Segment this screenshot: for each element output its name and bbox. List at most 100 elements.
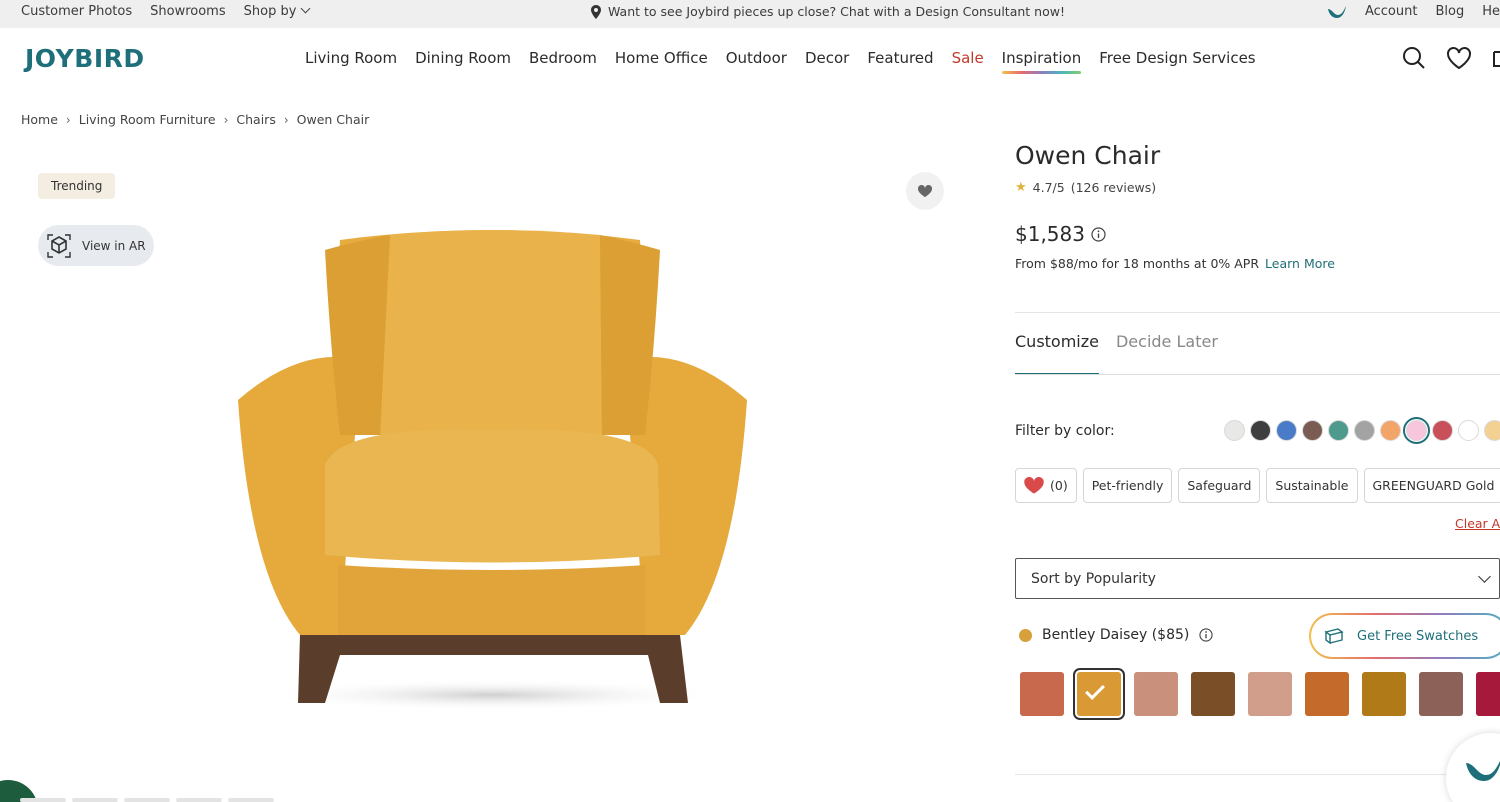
search-icon[interactable]: [1402, 46, 1426, 70]
gallery-thumbnails: [20, 798, 274, 802]
view-in-ar-button[interactable]: View in AR: [38, 225, 154, 266]
nav-decor[interactable]: Decor: [805, 49, 849, 67]
filter-chips: (0) Pet-friendly Safeguard Sustainable G…: [1015, 468, 1500, 503]
nav-featured[interactable]: Featured: [867, 49, 933, 67]
gallery-thumbnail[interactable]: [124, 798, 170, 802]
heart-icon: [918, 184, 932, 197]
checkmark-icon: [1085, 680, 1105, 700]
ar-label: View in AR: [82, 238, 146, 253]
utility-links-left: Customer Photos Showrooms Shop by: [21, 3, 311, 19]
product-price: $1,583: [1015, 222, 1106, 246]
fabric-swatch[interactable]: [1020, 672, 1064, 716]
info-icon[interactable]: [1199, 628, 1213, 642]
breadcrumb: Home › Living Room Furniture › Chairs › …: [21, 112, 369, 127]
shop-by-label: Shop by: [243, 4, 297, 19]
gallery-thumbnail[interactable]: [20, 798, 66, 802]
chevron-right-icon: ›: [65, 112, 71, 127]
showrooms-link[interactable]: Showrooms: [150, 4, 225, 19]
get-free-swatches-button[interactable]: Get Free Swatches: [1309, 613, 1500, 659]
chevron-down-icon: [1478, 570, 1491, 583]
financing-text: From $88/mo for 18 months at 0% APR: [1015, 256, 1260, 271]
nav-dining-room[interactable]: Dining Room: [415, 49, 511, 67]
blog-link[interactable]: Blog: [1435, 4, 1464, 19]
color-filter-pink[interactable]: [1403, 417, 1430, 444]
breadcrumb-home[interactable]: Home: [21, 112, 58, 127]
gallery-thumbnail[interactable]: [72, 798, 118, 802]
clear-all-link[interactable]: Clear A: [1455, 516, 1500, 531]
color-filter-yellow[interactable]: [1484, 420, 1500, 441]
rating-value: 4.7/5: [1032, 180, 1065, 195]
fabric-swatch[interactable]: [1248, 672, 1292, 716]
nav-living-room[interactable]: Living Room: [305, 49, 397, 67]
breadcrumb-chairs[interactable]: Chairs: [236, 112, 275, 127]
image-wishlist-button[interactable]: [906, 172, 944, 210]
sort-label: Sort by Popularity: [1031, 570, 1156, 587]
wishlist-heart-icon[interactable]: [1446, 46, 1472, 70]
color-filter-dots: [1224, 417, 1500, 444]
get-free-swatches-label: Get Free Swatches: [1357, 628, 1479, 644]
announcement[interactable]: Want to see Joybird pieces up close? Cha…: [590, 4, 1065, 19]
tab-decide-later[interactable]: Decide Later: [1116, 332, 1218, 375]
nav-inspiration[interactable]: Inspiration: [1001, 49, 1081, 74]
chevron-right-icon: ›: [223, 112, 229, 127]
pet-friendly-chip[interactable]: Pet-friendly: [1082, 468, 1173, 503]
financing-info: From $88/mo for 18 months at 0% APR Learn…: [1015, 256, 1335, 271]
fabric-swatch[interactable]: [1305, 672, 1349, 716]
customer-photos-link[interactable]: Customer Photos: [21, 4, 132, 19]
fabric-color-dot: [1019, 628, 1032, 642]
color-filter-white[interactable]: [1224, 420, 1245, 441]
product-rating[interactable]: ★ 4.7/5 (126 reviews): [1015, 180, 1156, 195]
divider: [1015, 374, 1500, 375]
learn-more-link[interactable]: Learn More: [1265, 256, 1335, 271]
swatches-icon: [1324, 628, 1344, 645]
color-filter-brown[interactable]: [1302, 420, 1323, 441]
selected-fabric: Bentley Daisey ($85): [1019, 627, 1213, 643]
nav-bedroom[interactable]: Bedroom: [529, 49, 597, 67]
location-pin-icon: [591, 4, 601, 19]
color-filter-red[interactable]: [1432, 420, 1453, 441]
shop-by-dropdown[interactable]: Shop by: [243, 3, 311, 19]
favorites-chip[interactable]: (0): [1015, 468, 1077, 503]
account-link[interactable]: Account: [1365, 4, 1418, 19]
nav-free-design-services[interactable]: Free Design Services: [1099, 49, 1255, 67]
color-filter-ivory[interactable]: [1458, 420, 1479, 441]
utility-bar: Customer Photos Showrooms Shop by Want t…: [0, 0, 1500, 28]
color-filter-orange[interactable]: [1380, 420, 1401, 441]
color-filter-green[interactable]: [1328, 420, 1349, 441]
breadcrumb-living-room-furniture[interactable]: Living Room Furniture: [79, 112, 216, 127]
safeguard-chip[interactable]: Safeguard: [1178, 468, 1261, 503]
fabric-swatch[interactable]: [1191, 672, 1235, 716]
fabric-swatch[interactable]: [1362, 672, 1406, 716]
sort-select[interactable]: Sort by Popularity: [1015, 558, 1500, 599]
greenguard-gold-chip[interactable]: GREENGUARD Gold: [1363, 468, 1500, 503]
product-image-owen-chair[interactable]: [230, 225, 755, 715]
gallery-thumbnail[interactable]: [228, 798, 274, 802]
fabric-swatch[interactable]: [1476, 672, 1500, 716]
help-link[interactable]: He: [1482, 4, 1500, 19]
chat-widget-button[interactable]: [1446, 733, 1500, 802]
joybird-bird-icon: [1466, 761, 1500, 781]
cart-icon[interactable]: [1492, 46, 1500, 70]
divider: [1015, 312, 1500, 313]
gallery-thumbnail[interactable]: [176, 798, 222, 802]
review-count: (126 reviews): [1070, 180, 1157, 195]
nav-sale[interactable]: Sale: [952, 49, 984, 67]
joybird-bird-icon: [1327, 5, 1346, 18]
sustainable-chip[interactable]: Sustainable: [1266, 468, 1358, 503]
color-filter-charcoal[interactable]: [1250, 420, 1271, 441]
breadcrumb-current: Owen Chair: [296, 112, 370, 127]
nav-home-office[interactable]: Home Office: [615, 49, 708, 67]
nav-outdoor[interactable]: Outdoor: [726, 49, 787, 67]
info-icon[interactable]: [1091, 226, 1106, 242]
color-filter-blue[interactable]: [1276, 420, 1297, 441]
fabric-swatch-selected[interactable]: [1073, 668, 1125, 720]
swatch-button-inner: Get Free Swatches: [1311, 615, 1500, 657]
color-filter-gray[interactable]: [1354, 420, 1375, 441]
main-nav: JOYBIRD Living Room Dining Room Bedroom …: [0, 28, 1500, 90]
nav-icons: [1402, 46, 1500, 70]
fabric-swatch[interactable]: [1134, 672, 1178, 716]
fabric-swatch[interactable]: [1419, 672, 1463, 716]
tab-customize[interactable]: Customize: [1015, 332, 1099, 375]
product-title: Owen Chair: [1015, 141, 1161, 170]
joybird-logo[interactable]: JOYBIRD: [25, 44, 145, 73]
